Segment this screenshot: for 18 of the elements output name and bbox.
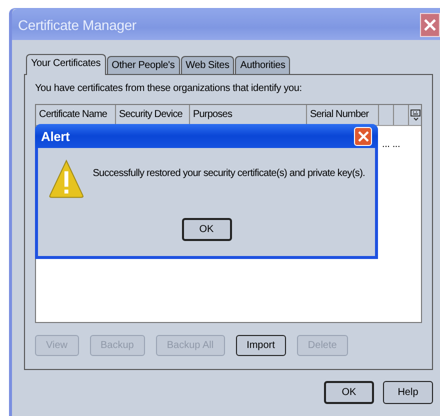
dialog-button[interactable]: Help	[383, 381, 433, 404]
action-button[interactable]: Import	[236, 335, 286, 356]
ok-button[interactable]: OK	[182, 218, 232, 241]
tab[interactable]: Your Certificates	[26, 54, 106, 75]
tab[interactable]: Web Sites	[180, 56, 234, 74]
warning-icon	[48, 158, 85, 200]
alert-message: Successfully restored your security certificate(s) and private key(s).	[92, 167, 365, 179]
window-title: Certificate Manager	[18, 16, 136, 32]
close-button[interactable]	[420, 12, 440, 36]
intro-text: You have certificates from these organizations that identify you:	[35, 83, 303, 94]
tab[interactable]: Authorities	[235, 56, 290, 74]
column-picker-icon[interactable]	[410, 109, 420, 121]
close-icon	[424, 18, 436, 30]
table-cell-text: ... ...	[381, 138, 402, 152]
dialog-button[interactable]: OK	[324, 381, 374, 404]
close-icon	[358, 130, 368, 142]
tab[interactable]: Other People's	[106, 56, 180, 74]
alert-title: Alert	[41, 128, 70, 144]
